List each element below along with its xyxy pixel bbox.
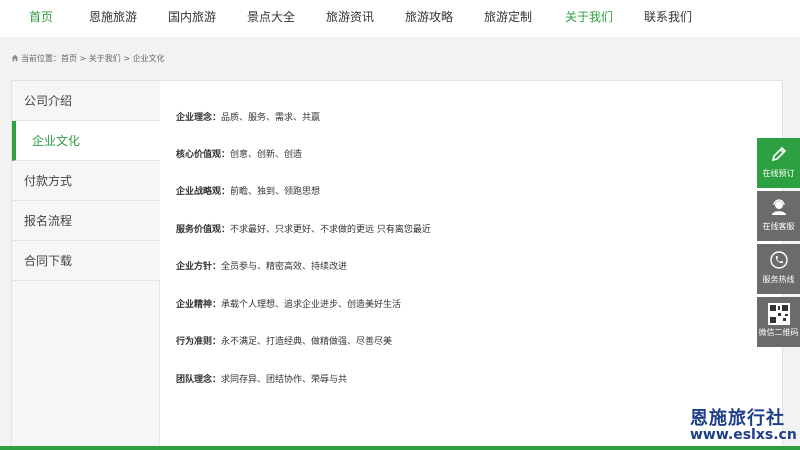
nav-home[interactable]: 首页 (29, 0, 53, 37)
content-row: 团队理念：求同存异、团结协作、荣辱与共 (176, 372, 347, 385)
sidebar-item-company-intro[interactable]: 公司介绍 (12, 81, 160, 121)
nav-domestic-travel[interactable]: 国内旅游 (168, 0, 216, 37)
home-icon (11, 54, 19, 64)
sidebar-item-registration-process[interactable]: 报名流程 (12, 201, 160, 241)
row-key: 行为准则： (176, 337, 222, 347)
row-value: 承载个人理想、追求企业进步、创造美好生活 (221, 300, 402, 310)
content-row: 企业战略观：前瞻、独到、领跑思想 (176, 184, 320, 197)
nav-about-us[interactable]: 关于我们 (565, 0, 613, 37)
breadcrumb-text: 当前位置：首页 > 关于我们 > 企业文化 (21, 54, 165, 63)
row-key: 核心价值观： (176, 150, 231, 160)
row-key: 企业方针： (176, 262, 222, 272)
sidebar-item-contract-download[interactable]: 合同下载 (12, 241, 160, 281)
nav-contact-us[interactable]: 联系我们 (644, 0, 692, 37)
row-key: 服务价值观： (176, 225, 231, 235)
row-key: 团队理念： (176, 375, 222, 385)
sidebar-item-payment-methods[interactable]: 付款方式 (12, 161, 160, 201)
content-row: 企业精神：承载个人理想、追求企业进步、创造美好生活 (176, 297, 401, 310)
nav-enshi-travel[interactable]: 恩施旅游 (89, 0, 137, 37)
nav-travel-news[interactable]: 旅游资讯 (326, 0, 374, 37)
row-value: 不求最好、只求更好、不求做的更远 只有离您最近 (230, 225, 431, 235)
breadcrumb: 当前位置：首页 > 关于我们 > 企业文化 (11, 53, 165, 64)
top-navigation: 首页 恩施旅游 国内旅游 景点大全 旅游资讯 旅游攻略 旅游定制 关于我们 联系… (0, 0, 800, 37)
row-key: 企业战略观： (176, 187, 231, 197)
nav-attractions[interactable]: 景点大全 (247, 0, 295, 37)
nav-custom-travel[interactable]: 旅游定制 (484, 0, 532, 37)
sidebar-item-corporate-culture[interactable]: 企业文化 (12, 121, 160, 161)
content-row: 企业方针：全员参与、精密高效、持续改进 (176, 259, 347, 272)
content-row: 企业理念：品质、服务、需求、共赢 (176, 110, 320, 123)
logo-url: www.eslxs.cn (690, 427, 797, 443)
row-value: 永不满足、打造经典、做精做强、尽善尽美 (221, 337, 393, 347)
row-value: 求同存异、团结协作、荣辱与共 (221, 375, 348, 385)
row-value: 全员参与、精密高效、持续改进 (221, 262, 348, 272)
online-service-button[interactable]: 在线客服 (757, 191, 800, 241)
bottom-accent-bar (0, 446, 800, 450)
service-hotline-button[interactable]: 服务热线 (757, 244, 800, 294)
pencil-icon (757, 138, 800, 168)
online-booking-button[interactable]: 在线预订 (757, 138, 800, 188)
sidebar: 公司介绍 企业文化 付款方式 报名流程 合同下载 (12, 81, 160, 450)
nav-travel-guides[interactable]: 旅游攻略 (405, 0, 453, 37)
content-row: 服务价值观：不求最好、只求更好、不求做的更远 只有离您最近 (176, 222, 431, 235)
customer-service-icon (757, 191, 800, 221)
row-value: 创意、创新、创造 (230, 150, 303, 160)
qr-code-icon (757, 297, 800, 327)
content-row: 核心价值观：创意、创新、创造 (176, 147, 302, 160)
row-key: 企业精神： (176, 300, 222, 310)
content-row: 行为准则：永不满足、打造经典、做精做强、尽善尽美 (176, 334, 392, 347)
row-value: 品质、服务、需求、共赢 (221, 113, 321, 123)
row-key: 企业理念： (176, 113, 222, 123)
wechat-qr-button[interactable]: 微信二维码 (757, 297, 800, 347)
main-panel: 公司介绍 企业文化 付款方式 报名流程 合同下载 企业理念：品质、服务、需求、共… (11, 80, 783, 450)
phone-icon (757, 244, 800, 274)
row-value: 前瞻、独到、领跑思想 (230, 187, 321, 197)
